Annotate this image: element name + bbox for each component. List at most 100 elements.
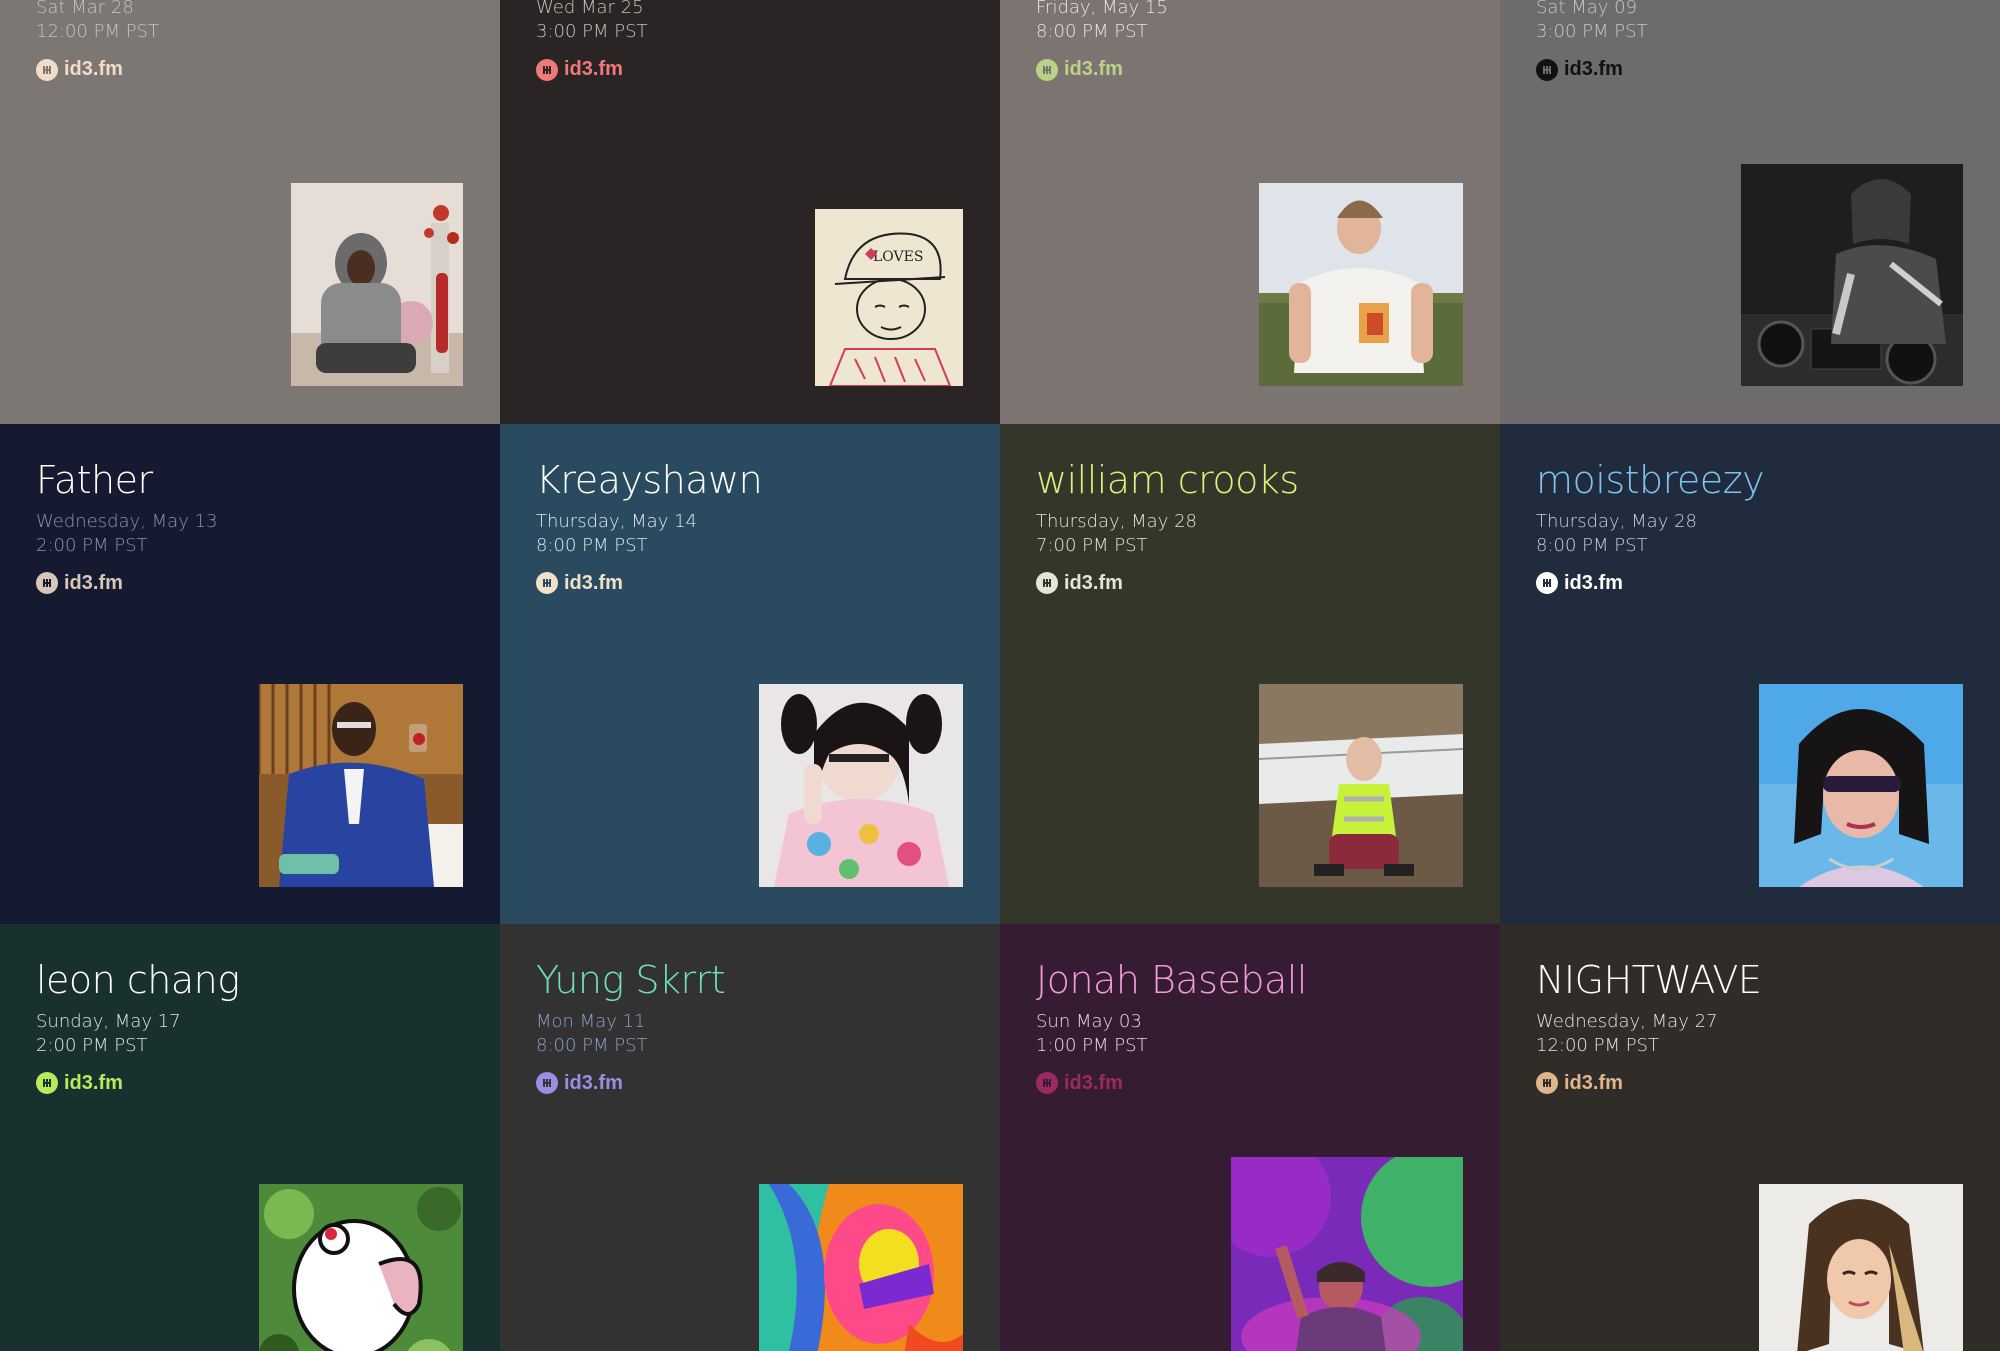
show-grid: Sat Mar 28 12:00 PM PST id3.fm Wed Mar 2… xyxy=(0,0,2000,1351)
show-time: 3:00 PM PST xyxy=(536,21,648,42)
artist-name[interactable]: Yung Skrrt xyxy=(536,958,726,1004)
artist-photo[interactable] xyxy=(1741,164,1963,386)
show-date: Wednesday, May 13 xyxy=(36,510,218,532)
brand-link[interactable]: id3.fm xyxy=(1036,58,1168,81)
show-time: 1:00 PM PST xyxy=(1036,1034,1148,1056)
brand-label: id3.fm xyxy=(1564,571,1623,594)
show-time: 12:00 PM PST xyxy=(36,21,159,42)
show-info: Yung Skrrt Mon May 11 8:00 PM PST id3.fm xyxy=(536,958,726,1095)
id3-logo-icon xyxy=(36,572,58,595)
show-date: Wednesday, May 27 xyxy=(1536,1010,1718,1032)
brand-label: id3.fm xyxy=(564,571,623,594)
id3-logo-icon xyxy=(536,58,558,81)
brand-label: id3.fm xyxy=(1064,571,1123,594)
show-card[interactable]: NIGHTWAVE Wednesday, May 27 12:00 PM PST… xyxy=(1500,924,2000,1351)
artist-name[interactable]: Father xyxy=(36,458,218,504)
show-card[interactable]: Father Wednesday, May 13 2:00 PM PST id3… xyxy=(0,424,500,924)
brand-link[interactable]: id3.fm xyxy=(36,58,159,81)
show-date: Sat Mar 28 xyxy=(36,0,134,18)
brand-label: id3.fm xyxy=(1564,1071,1623,1094)
svg-text:LOVES: LOVES xyxy=(873,249,923,265)
artist-photo[interactable] xyxy=(259,684,463,887)
brand-link[interactable]: id3.fm xyxy=(1536,1072,1761,1095)
show-info: william crooks Thursday, May 28 7:00 PM … xyxy=(1036,458,1299,595)
show-time: 8:00 PM PST xyxy=(536,1034,648,1056)
show-card[interactable]: Wed Mar 25 3:00 PM PST id3.fm LOVES xyxy=(500,0,1000,424)
artist-photo[interactable] xyxy=(259,1184,463,1351)
artist-name[interactable]: Jonah Baseball xyxy=(1036,958,1307,1004)
brand-label: id3.fm xyxy=(64,58,123,80)
show-info: Jonah Baseball Sun May 03 1:00 PM PST id… xyxy=(1036,958,1307,1095)
artist-photo[interactable]: LOVES xyxy=(815,209,963,386)
artist-photo[interactable] xyxy=(759,1184,963,1351)
show-date: Sat May 09 xyxy=(1536,0,1638,18)
show-time: 12:00 PM PST xyxy=(1536,1034,1659,1056)
show-info: moistbreezy Thursday, May 28 8:00 PM PST… xyxy=(1536,458,1765,595)
show-card[interactable]: Jonah Baseball Sun May 03 1:00 PM PST id… xyxy=(1000,924,1500,1351)
show-date: Friday, May 15 xyxy=(1036,0,1168,18)
id3-logo-icon xyxy=(1536,58,1558,81)
artist-photo[interactable] xyxy=(759,684,963,887)
artist-name[interactable]: moistbreezy xyxy=(1536,458,1765,504)
show-time: 7:00 PM PST xyxy=(1036,534,1148,556)
show-info: Wed Mar 25 3:00 PM PST id3.fm xyxy=(536,0,648,81)
show-time: 3:00 PM PST xyxy=(1536,21,1648,42)
show-info: NIGHTWAVE Wednesday, May 27 12:00 PM PST… xyxy=(1536,958,1762,1095)
show-card[interactable]: leon chang Sunday, May 17 2:00 PM PST id… xyxy=(0,924,500,1351)
show-card[interactable]: Sat Mar 28 12:00 PM PST id3.fm xyxy=(0,0,500,424)
brand-link[interactable]: id3.fm xyxy=(36,572,218,595)
artist-name[interactable]: leon chang xyxy=(36,958,240,1004)
id3-logo-icon xyxy=(36,58,58,81)
id3-logo-icon xyxy=(536,1072,558,1095)
id3-logo-icon xyxy=(1036,572,1058,595)
artist-photo[interactable] xyxy=(1259,183,1463,386)
artist-photo[interactable] xyxy=(291,183,463,386)
brand-link[interactable]: id3.fm xyxy=(536,1072,725,1095)
show-date: Sun May 03 xyxy=(1036,1010,1142,1032)
show-date: Wed Mar 25 xyxy=(536,0,644,18)
id3-logo-icon xyxy=(1536,1072,1558,1095)
brand-link[interactable]: id3.fm xyxy=(1036,1072,1307,1095)
artist-photo[interactable] xyxy=(1231,1157,1463,1351)
id3-logo-icon xyxy=(1036,58,1058,81)
show-time: 2:00 PM PST xyxy=(36,534,148,556)
show-info: Father Wednesday, May 13 2:00 PM PST id3… xyxy=(36,458,218,595)
brand-label: id3.fm xyxy=(564,58,623,80)
artist-photo[interactable] xyxy=(1759,1184,1963,1351)
id3-logo-icon xyxy=(1536,572,1558,595)
brand-link[interactable]: id3.fm xyxy=(1036,572,1299,595)
show-date: Sunday, May 17 xyxy=(36,1010,181,1032)
id3-logo-icon xyxy=(36,1072,58,1095)
artist-name[interactable]: william crooks xyxy=(1036,458,1299,504)
id3-logo-icon xyxy=(536,572,558,595)
artist-name[interactable]: Kreayshawn xyxy=(536,458,763,504)
show-date: Thursday, May 14 xyxy=(536,510,697,532)
artist-photo[interactable] xyxy=(1759,684,1963,887)
show-card[interactable]: Sat May 09 3:00 PM PST id3.fm xyxy=(1500,0,2000,424)
show-card[interactable]: william crooks Thursday, May 28 7:00 PM … xyxy=(1000,424,1500,924)
artist-photo[interactable] xyxy=(1259,684,1463,887)
show-card[interactable]: Kreayshawn Thursday, May 14 8:00 PM PST … xyxy=(500,424,1000,924)
show-info: Sat May 09 3:00 PM PST id3.fm xyxy=(1536,0,1648,81)
show-time: 2:00 PM PST xyxy=(36,1034,148,1056)
brand-label: id3.fm xyxy=(64,1071,123,1094)
show-date: Thursday, May 28 xyxy=(1036,510,1197,532)
brand-link[interactable]: id3.fm xyxy=(1536,58,1648,81)
show-time: 8:00 PM PST xyxy=(536,534,648,556)
brand-label: id3.fm xyxy=(1064,58,1123,80)
brand-link[interactable]: id3.fm xyxy=(36,1072,240,1095)
brand-link[interactable]: id3.fm xyxy=(536,572,762,595)
show-date: Thursday, May 28 xyxy=(1536,510,1697,532)
brand-link[interactable]: id3.fm xyxy=(1536,572,1764,595)
show-time: 8:00 PM PST xyxy=(1536,534,1648,556)
show-card[interactable]: Yung Skrrt Mon May 11 8:00 PM PST id3.fm xyxy=(500,924,1000,1351)
brand-link[interactable]: id3.fm xyxy=(536,58,648,81)
show-card[interactable]: moistbreezy Thursday, May 28 8:00 PM PST… xyxy=(1500,424,2000,924)
artist-name[interactable]: NIGHTWAVE xyxy=(1536,958,1762,1004)
brand-label: id3.fm xyxy=(64,571,123,594)
show-card[interactable]: Friday, May 15 8:00 PM PST id3.fm xyxy=(1000,0,1500,424)
show-info: leon chang Sunday, May 17 2:00 PM PST id… xyxy=(36,958,240,1095)
show-info: Friday, May 15 8:00 PM PST id3.fm xyxy=(1036,0,1168,81)
brand-label: id3.fm xyxy=(1064,1071,1123,1094)
brand-label: id3.fm xyxy=(564,1071,623,1094)
